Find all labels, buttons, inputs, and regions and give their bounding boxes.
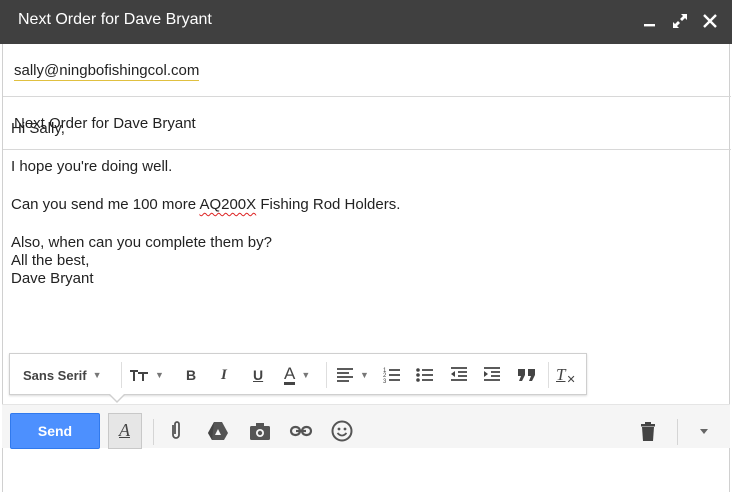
compose-bottom-bar: Send A: [2, 404, 730, 449]
italic-icon: I: [221, 366, 227, 383]
compose-titlebar[interactable]: Next Order for Dave Bryant: [0, 0, 732, 44]
trash-icon[interactable]: [636, 419, 660, 443]
svg-text:3: 3: [383, 379, 387, 384]
align-icon: [337, 368, 353, 382]
underline-icon: U: [253, 367, 264, 383]
formatting-options-toggle[interactable]: A: [108, 413, 142, 449]
bold-button[interactable]: B: [186, 364, 196, 386]
font-family-select[interactable]: Sans Serif ▼: [23, 364, 102, 386]
body-line: Can you send me 100 more AQ200X Fishing …: [11, 196, 711, 214]
photo-icon[interactable]: [248, 419, 272, 443]
body-signature: Dave Bryant: [11, 270, 94, 287]
chevron-down-icon: ▼: [301, 370, 311, 380]
expand-icon[interactable]: [669, 10, 691, 32]
indent-more-icon: [484, 367, 500, 381]
send-button[interactable]: Send: [10, 413, 100, 449]
emoji-icon[interactable]: [330, 419, 354, 443]
body-line: I hope you're doing well.: [11, 158, 173, 175]
indent-less-button[interactable]: [450, 364, 468, 386]
more-options-icon[interactable]: [692, 419, 716, 443]
numbered-list-button[interactable]: 1 2 3: [383, 364, 401, 386]
bulleted-list-icon: [416, 368, 433, 382]
text-size-button[interactable]: ▼: [129, 364, 164, 386]
recipients-row[interactable]: sally@ningbofishingcol.com: [3, 44, 731, 97]
text-size-icon: [130, 370, 148, 381]
body-signoff: All the best,: [11, 252, 90, 269]
format-text-icon: A: [119, 420, 130, 440]
quote-icon: [518, 369, 535, 381]
drive-icon[interactable]: [206, 419, 230, 443]
remove-formatting-icon: T: [556, 365, 566, 384]
close-icon: ✕: [566, 373, 576, 386]
attach-icon[interactable]: [164, 419, 188, 443]
text-color-icon: A: [284, 364, 296, 385]
indent-more-button[interactable]: [483, 364, 501, 386]
bulleted-list-button[interactable]: [416, 364, 434, 386]
body-text: Can you send me 100 more: [11, 196, 200, 213]
indent-less-icon: [451, 367, 467, 381]
close-icon[interactable]: [699, 10, 721, 32]
font-family-label: Sans Serif: [23, 367, 87, 383]
align-button[interactable]: ▼: [336, 364, 369, 386]
recipient-chip[interactable]: sally@ningbofishingcol.com: [14, 62, 200, 81]
link-icon[interactable]: [289, 419, 313, 443]
underline-button[interactable]: U: [253, 364, 263, 386]
quote-button[interactable]: [517, 364, 537, 386]
body-text: Fishing Rod Holders.: [256, 196, 401, 213]
italic-button[interactable]: I: [221, 364, 227, 386]
minimize-icon[interactable]: [639, 10, 661, 32]
toolbar-pointer-fill: [109, 393, 125, 401]
chevron-down-icon: ▼: [92, 370, 102, 380]
text-color-button[interactable]: A ▼: [284, 364, 310, 386]
body-line: Also, when can you complete them by?: [11, 234, 272, 251]
formatting-toolbar: Sans Serif ▼ ▼ B I U A ▼ ▼ 1 2 3 T ✕: [9, 353, 587, 395]
remove-formatting-button[interactable]: T ✕: [556, 364, 576, 386]
chevron-down-icon: ▼: [360, 370, 369, 380]
body-greeting: Hi Sally,: [11, 120, 65, 137]
bold-icon: B: [186, 367, 197, 383]
numbered-list-icon: 1 2 3: [383, 368, 400, 384]
chevron-down-icon: ▼: [155, 370, 164, 380]
compose-title: Next Order for Dave Bryant: [18, 11, 212, 28]
message-body[interactable]: Hi Sally, I hope you're doing well. Can …: [11, 120, 711, 288]
misspelled-word[interactable]: AQ200X: [199, 196, 256, 213]
